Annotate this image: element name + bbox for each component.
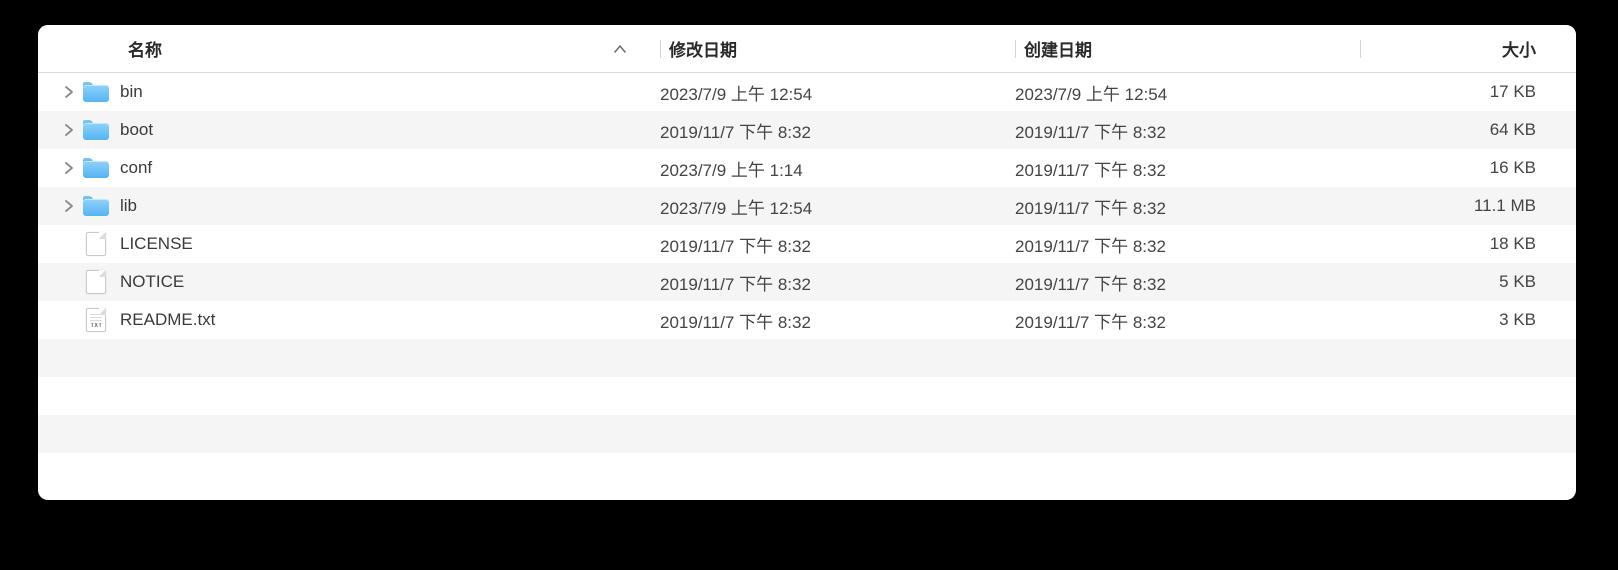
column-header-modified-label: 修改日期 <box>669 36 737 61</box>
modified-date: 2019/11/7 下午 8:32 <box>660 232 811 257</box>
table-row[interactable]: boot 2019/11/7 下午 8:32 2019/11/7 下午 8:32 64… <box>38 111 1576 149</box>
column-header-name[interactable]: 名称 <box>38 36 650 61</box>
disclosure-triangle-icon[interactable] <box>60 160 76 176</box>
empty-row <box>38 339 1576 377</box>
text-file-icon: TXT <box>82 306 110 334</box>
table-row[interactable]: NOTICE 2019/11/7 下午 8:32 2019/11/7 下午 8:32… <box>38 263 1576 301</box>
file-name: bin <box>120 82 143 102</box>
column-separator <box>1360 40 1361 58</box>
empty-row <box>38 377 1576 415</box>
created-date: 2019/11/7 下午 8:32 <box>1015 308 1166 333</box>
created-date: 2019/11/7 下午 8:32 <box>1015 194 1166 219</box>
file-size: 5 KB <box>1499 272 1536 292</box>
empty-row <box>38 415 1576 453</box>
folder-icon <box>82 116 110 144</box>
column-header-modified[interactable]: 修改日期 <box>650 36 1005 61</box>
created-date: 2019/11/7 下午 8:32 <box>1015 232 1166 257</box>
file-icon <box>82 230 110 258</box>
file-size: 64 KB <box>1490 120 1536 140</box>
table-row[interactable]: lib 2023/7/9 上午 12:54 2019/11/7 下午 8:32 11.… <box>38 187 1576 225</box>
modified-date: 2019/11/7 下午 8:32 <box>660 118 811 143</box>
file-name: conf <box>120 158 152 178</box>
file-name: NOTICE <box>120 272 184 292</box>
file-size: 3 KB <box>1499 310 1536 330</box>
disclosure-triangle-icon[interactable] <box>60 198 76 214</box>
modified-date: 2023/7/9 上午 1:14 <box>660 156 803 181</box>
column-header-created-label: 创建日期 <box>1024 36 1092 61</box>
file-name: README.txt <box>120 310 215 330</box>
modified-date: 2023/7/9 上午 12:54 <box>660 80 812 105</box>
created-date: 2019/11/7 下午 8:32 <box>1015 156 1166 181</box>
created-date: 2019/11/7 下午 8:32 <box>1015 118 1166 143</box>
created-date: 2023/7/9 上午 12:54 <box>1015 80 1167 105</box>
created-date: 2019/11/7 下午 8:32 <box>1015 270 1166 295</box>
table-row[interactable]: TXT README.txt 2019/11/7 下午 8:32 2019/11/7 … <box>38 301 1576 339</box>
file-list: bin 2023/7/9 上午 12:54 2023/7/9 上午 12:54 17 … <box>38 73 1576 491</box>
file-size: 17 KB <box>1490 82 1536 102</box>
table-row[interactable]: LICENSE 2019/11/7 下午 8:32 2019/11/7 下午 8:3… <box>38 225 1576 263</box>
column-header-name-label: 名称 <box>128 36 162 61</box>
file-name: lib <box>120 196 137 216</box>
modified-date: 2023/7/9 上午 12:54 <box>660 194 812 219</box>
modified-date: 2019/11/7 下午 8:32 <box>660 308 811 333</box>
file-size: 11.1 MB <box>1474 196 1536 216</box>
sort-ascending-icon <box>614 45 626 53</box>
column-header-size-label: 大小 <box>1502 36 1536 61</box>
empty-row <box>38 453 1576 491</box>
table-row[interactable]: conf 2023/7/9 上午 1:14 2019/11/7 下午 8:32 16 … <box>38 149 1576 187</box>
column-separator <box>660 40 661 58</box>
folder-icon <box>82 192 110 220</box>
column-separator <box>1015 40 1016 58</box>
table-row[interactable]: bin 2023/7/9 上午 12:54 2023/7/9 上午 12:54 17 … <box>38 73 1576 111</box>
folder-icon <box>82 154 110 182</box>
file-size: 18 KB <box>1490 234 1536 254</box>
column-header-row: 名称 修改日期 创建日期 大小 <box>38 25 1576 73</box>
file-icon <box>82 268 110 296</box>
file-name: LICENSE <box>120 234 193 254</box>
disclosure-triangle-icon[interactable] <box>60 122 76 138</box>
file-size: 16 KB <box>1490 158 1536 178</box>
file-name: boot <box>120 120 153 140</box>
column-header-created[interactable]: 创建日期 <box>1005 36 1360 61</box>
finder-window: 名称 修改日期 创建日期 大小 bin 2023/7/9 上午 12:54 2023… <box>38 25 1576 500</box>
disclosure-triangle-icon[interactable] <box>60 84 76 100</box>
modified-date: 2019/11/7 下午 8:32 <box>660 270 811 295</box>
column-header-size[interactable]: 大小 <box>1360 36 1576 61</box>
folder-icon <box>82 78 110 106</box>
